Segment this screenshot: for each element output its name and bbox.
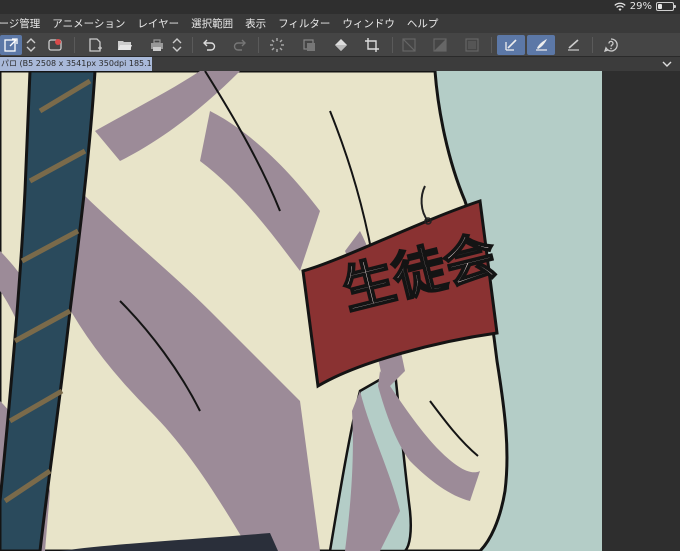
undo-button[interactable]	[198, 35, 220, 55]
status-bar: 29%	[0, 0, 680, 14]
toolbar-divider	[258, 37, 259, 53]
loading-button[interactable]	[266, 35, 288, 55]
drawing-canvas[interactable]: 生徒会	[0, 71, 602, 551]
menu-filter[interactable]: フィルター	[272, 16, 336, 31]
document-tab-bar: パロ (B5 2508 x 3541px 350dpi 185.1%)	[0, 57, 680, 71]
redo-button[interactable]	[229, 35, 251, 55]
menu-layer[interactable]: レイヤー	[131, 16, 185, 31]
ruler-gradient-button[interactable]	[429, 35, 451, 55]
record-button[interactable]	[44, 35, 66, 55]
new-document-button[interactable]	[0, 35, 22, 55]
stepper-button-2[interactable]	[168, 35, 186, 55]
battery-percent: 29%	[629, 1, 652, 12]
brush-button[interactable]	[527, 35, 555, 55]
crop-icon	[365, 38, 379, 52]
open-button[interactable]	[114, 35, 136, 55]
vector-pen-icon	[505, 39, 517, 51]
toolbar-divider	[192, 37, 193, 53]
menu-bar: ページ管理 アニメーション レイヤー 選択範囲 表示 フィルター ウィンドウ ヘ…	[0, 14, 680, 33]
record-icon	[48, 39, 62, 51]
line-button[interactable]	[562, 35, 584, 55]
toolbar-divider	[392, 37, 393, 53]
menu-help[interactable]: ヘルプ	[401, 16, 445, 31]
undo-icon	[203, 39, 216, 51]
document-tab[interactable]: パロ (B5 2508 x 3541px 350dpi 185.1%)	[0, 57, 152, 71]
toolbar-divider	[491, 37, 492, 53]
brush-icon	[536, 39, 547, 51]
stepper-button[interactable]	[22, 35, 40, 55]
frame-button[interactable]	[461, 35, 483, 55]
crop-button[interactable]	[361, 35, 383, 55]
wifi-icon	[614, 2, 626, 11]
right-panel-gutter	[602, 71, 680, 551]
help-button[interactable]	[600, 35, 622, 55]
ruler-off-button[interactable]	[398, 35, 420, 55]
transform-button[interactable]	[298, 35, 320, 55]
vector-pen-button[interactable]	[497, 35, 525, 55]
transform-icon	[303, 39, 315, 51]
new-document-icon	[4, 38, 18, 52]
print-icon	[151, 39, 163, 51]
help-icon	[603, 38, 618, 53]
menu-view[interactable]: 表示	[239, 16, 272, 31]
battery-level	[658, 4, 662, 9]
loading-icon	[270, 38, 284, 52]
new-page-icon	[89, 38, 102, 52]
menu-selection[interactable]: 選択範囲	[185, 16, 239, 31]
artwork: 生徒会	[0, 71, 509, 551]
fill-button[interactable]	[330, 35, 352, 55]
open-folder-icon	[118, 41, 132, 50]
toolbar-divider	[74, 37, 75, 53]
fill-icon	[335, 39, 347, 51]
menu-animation[interactable]: アニメーション	[46, 16, 131, 31]
new-page-button[interactable]	[84, 35, 106, 55]
print-button[interactable]	[146, 35, 168, 55]
chevron-down-icon[interactable]	[661, 58, 673, 70]
battery-icon	[656, 2, 676, 11]
ruler-off-icon	[402, 38, 416, 52]
redo-icon	[233, 39, 246, 51]
spinner-icon	[172, 38, 182, 52]
toolbar-divider	[592, 37, 593, 53]
line-icon	[568, 39, 579, 51]
command-bar	[0, 33, 680, 57]
spinner-icon	[26, 38, 36, 52]
menu-window[interactable]: ウィンドウ	[336, 16, 401, 31]
frame-icon	[465, 38, 479, 52]
status-right: 29%	[614, 1, 676, 12]
ruler-gradient-icon	[433, 38, 447, 52]
menu-page-management[interactable]: ページ管理	[0, 16, 46, 31]
